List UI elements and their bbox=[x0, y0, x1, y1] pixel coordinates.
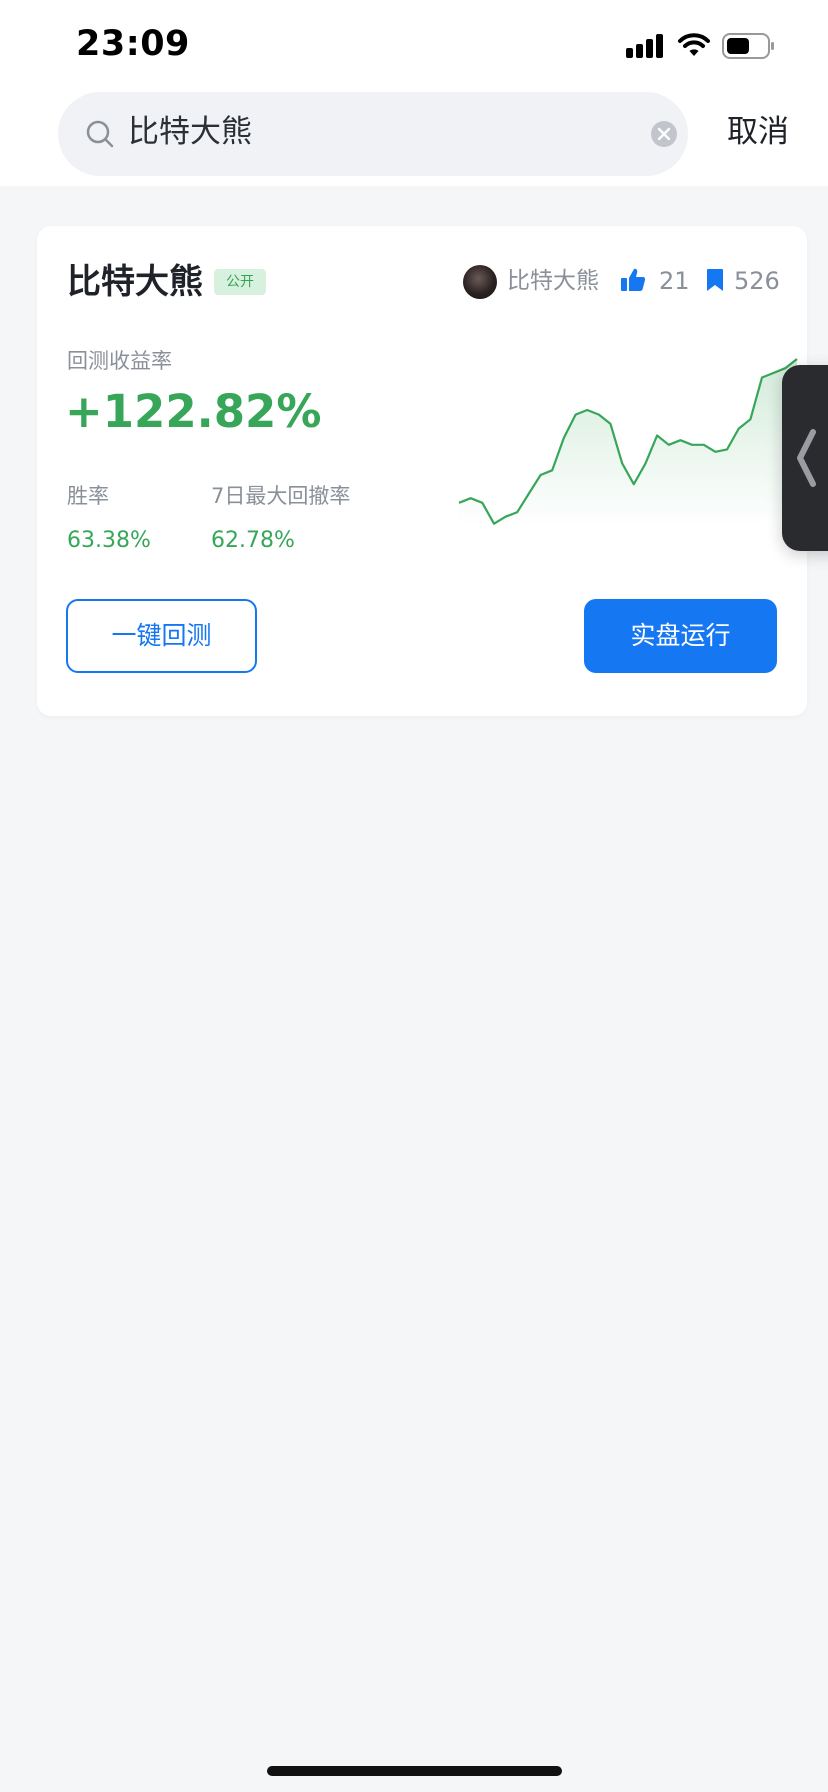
return-label: 回测收益率 bbox=[67, 349, 172, 373]
win-rate-label: 胜率 bbox=[67, 484, 109, 508]
home-indicator bbox=[267, 1766, 562, 1776]
live-run-button[interactable]: 实盘运行 bbox=[584, 599, 777, 673]
drawdown-value: 62.78% bbox=[211, 528, 295, 553]
search-header: 比特大熊 取消 bbox=[0, 92, 828, 186]
side-drawer-tab[interactable] bbox=[782, 365, 828, 551]
cellular-signal-icon bbox=[626, 34, 663, 58]
win-rate-value: 63.38% bbox=[67, 528, 151, 553]
public-badge: 公开 bbox=[214, 269, 266, 295]
status-bar: 23:09 bbox=[0, 0, 828, 92]
clear-icon[interactable] bbox=[650, 120, 678, 148]
strategy-title: 比特大熊 bbox=[67, 262, 203, 302]
return-sparkline-chart bbox=[458, 358, 798, 526]
chevron-left-icon bbox=[797, 429, 816, 487]
strategy-card[interactable]: 比特大熊 公开 比特大熊 21 526 回测收益率 +122.82% 胜率 63… bbox=[37, 226, 807, 716]
battery-icon bbox=[722, 33, 774, 59]
return-value: +122.82% bbox=[65, 385, 322, 438]
sparkline-area bbox=[459, 359, 797, 526]
search-icon bbox=[86, 120, 114, 148]
wifi-icon bbox=[678, 33, 710, 56]
cancel-button[interactable]: 取消 bbox=[727, 112, 789, 152]
status-time: 23:09 bbox=[76, 24, 190, 64]
backtest-button[interactable]: 一键回测 bbox=[66, 599, 257, 673]
search-query: 比特大熊 bbox=[128, 114, 252, 150]
drawdown-label: 7日最大回撤率 bbox=[211, 484, 351, 508]
search-input[interactable]: 比特大熊 bbox=[58, 92, 688, 176]
